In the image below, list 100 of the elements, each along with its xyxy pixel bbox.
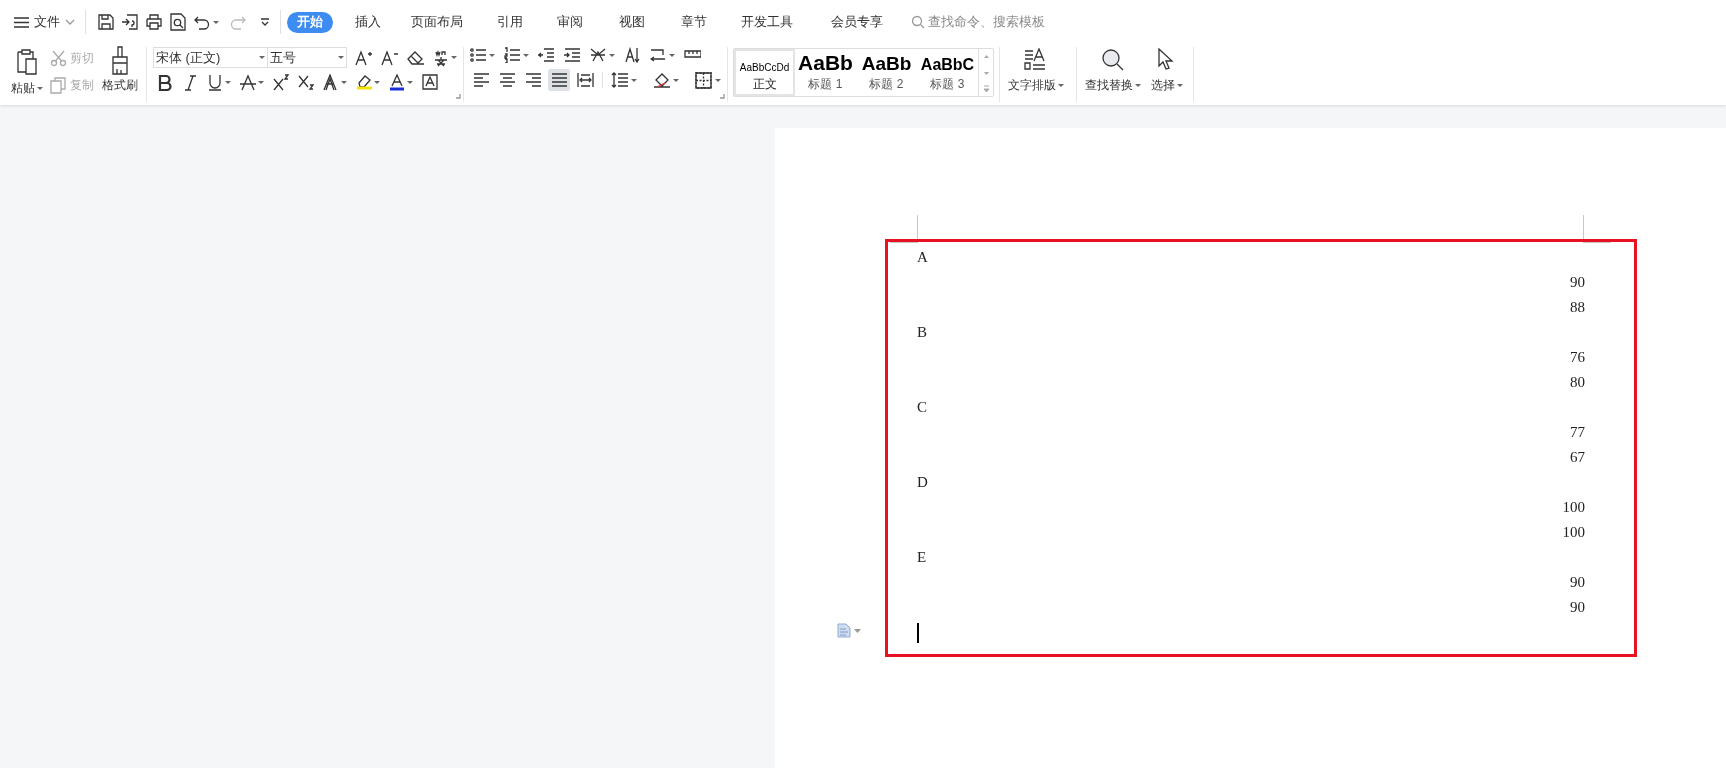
style-preview: AaBbCcDd — [739, 63, 790, 73]
score-value: 90 — [1570, 275, 1585, 290]
align-distributed-icon — [576, 72, 594, 88]
style-option[interactable]: AaBbC 标题 3 — [917, 49, 978, 96]
font-name-dropdown[interactable]: 宋体 (正文) — [153, 47, 268, 68]
line-spacing-icon — [611, 71, 629, 89]
numbered-list-button[interactable] — [504, 47, 529, 63]
row-label: D — [917, 475, 928, 490]
score-value: 90 — [1570, 575, 1585, 590]
clipboard-icon — [15, 48, 39, 76]
ribbon-tab[interactable]: 引用 — [491, 11, 529, 33]
caret-icon — [37, 86, 43, 90]
caret-icon — [258, 81, 264, 84]
line-spacing-button[interactable] — [611, 71, 637, 89]
bullet-list-button[interactable] — [470, 47, 495, 63]
shrink-font-icon[interactable] — [381, 49, 399, 66]
scissors-icon — [50, 49, 67, 67]
caret-icon — [1177, 83, 1183, 87]
format-painter-button[interactable]: 格式刷 — [102, 46, 138, 105]
style-preview: AaBb — [861, 54, 912, 73]
grow-font-icon[interactable] — [355, 49, 373, 66]
style-label: 标题 3 — [930, 76, 965, 93]
font-color-button[interactable] — [389, 74, 413, 91]
caret-icon — [523, 53, 529, 57]
paste-button[interactable]: 粘贴 — [10, 46, 44, 105]
search-icon — [1101, 48, 1125, 72]
font-size-dropdown[interactable]: 五号 — [268, 47, 347, 68]
shading-button[interactable] — [653, 71, 679, 89]
text-effect-button[interactable] — [323, 74, 347, 91]
paste-label: 粘贴 — [11, 80, 35, 97]
caret-icon — [225, 81, 231, 84]
ribbon-tab[interactable]: 审阅 — [551, 11, 589, 33]
paragraph-menu-icon[interactable] — [837, 623, 861, 638]
align-justify-button[interactable] — [548, 69, 570, 91]
bullet-list-icon — [470, 47, 487, 63]
customize-caret-icon[interactable] — [260, 18, 270, 26]
ribbon-tab[interactable]: 章节 — [675, 11, 713, 33]
increase-indent-icon[interactable] — [564, 47, 581, 63]
paragraph-mark-icon — [650, 47, 667, 63]
caret-icon — [1135, 83, 1141, 87]
file-menu[interactable]: 文件 — [14, 9, 75, 35]
superscript-icon[interactable] — [273, 74, 289, 91]
italic-icon[interactable] — [182, 74, 198, 91]
numbered-list-icon — [504, 47, 521, 63]
ribbon-tab[interactable]: 插入 — [349, 11, 387, 33]
score-value: 77 — [1570, 425, 1585, 440]
find-button[interactable]: 查找替换 — [1077, 44, 1143, 105]
phonetic-guide-button[interactable] — [433, 48, 457, 67]
save-icon[interactable] — [97, 13, 115, 31]
score-value: 67 — [1570, 450, 1585, 465]
shading-icon — [653, 71, 671, 89]
style-preview: AaBb — [798, 52, 853, 73]
ribbon-tab[interactable]: 会员专享 — [825, 11, 889, 33]
underline-button[interactable] — [207, 74, 231, 91]
ribbon-tab[interactable]: 页面布局 — [405, 11, 469, 33]
highlighter-icon — [356, 74, 372, 91]
text-cursor — [917, 622, 919, 643]
text-layout-icon — [1024, 48, 1048, 72]
caret-icon — [213, 20, 219, 24]
style-preview: AaBbC — [920, 57, 975, 73]
align-center-icon — [498, 72, 516, 88]
style-label: 标题 1 — [808, 76, 843, 93]
highlighter-button[interactable] — [356, 74, 380, 91]
strikethrough-button[interactable] — [240, 74, 264, 91]
print-preview-icon[interactable] — [169, 13, 187, 31]
caret-icon — [669, 53, 675, 57]
phonetic-guide-icon — [433, 48, 449, 67]
ribbon-tab[interactable]: 视图 — [613, 11, 651, 33]
ribbon-tab[interactable]: 开发工具 — [735, 11, 799, 33]
select-button[interactable]: 选择 — [1143, 44, 1193, 105]
align-right-icon — [524, 72, 542, 88]
sort-icon[interactable] — [624, 47, 641, 63]
borders-button[interactable] — [695, 71, 721, 89]
style-option[interactable]: AaBbCcDd 正文 — [734, 49, 795, 96]
margin-mark — [1583, 215, 1611, 243]
style-label: 标题 2 — [869, 76, 904, 93]
layout-button[interactable]: 文字排版 — [1000, 44, 1072, 105]
paragraph-mark-button[interactable] — [650, 47, 675, 63]
export-icon[interactable] — [121, 13, 139, 31]
score-value: 80 — [1570, 375, 1585, 390]
paintbrush-icon — [110, 46, 130, 76]
character-border-icon[interactable] — [422, 74, 438, 91]
style-option[interactable]: AaBb 标题 2 — [856, 49, 917, 96]
score-value: 88 — [1570, 300, 1585, 315]
subscript-icon[interactable] — [298, 74, 314, 91]
decrease-indent-icon[interactable] — [538, 47, 555, 63]
caret-icon — [609, 53, 615, 57]
search-field[interactable]: 查找命令、搜索模板 — [911, 11, 1068, 33]
print-icon[interactable] — [145, 13, 163, 31]
style-option[interactable]: AaBb 标题 1 — [795, 49, 856, 96]
score-value: 100 — [1562, 525, 1585, 540]
bold-icon[interactable] — [157, 74, 173, 91]
caret-icon — [451, 56, 457, 59]
caret-icon — [489, 53, 495, 57]
score-value: 76 — [1570, 350, 1585, 365]
eraser-icon[interactable] — [407, 50, 425, 65]
caret-icon — [374, 81, 380, 84]
font-color-icon — [389, 74, 405, 91]
row-label: C — [917, 400, 927, 415]
align-left-icon — [472, 72, 490, 88]
